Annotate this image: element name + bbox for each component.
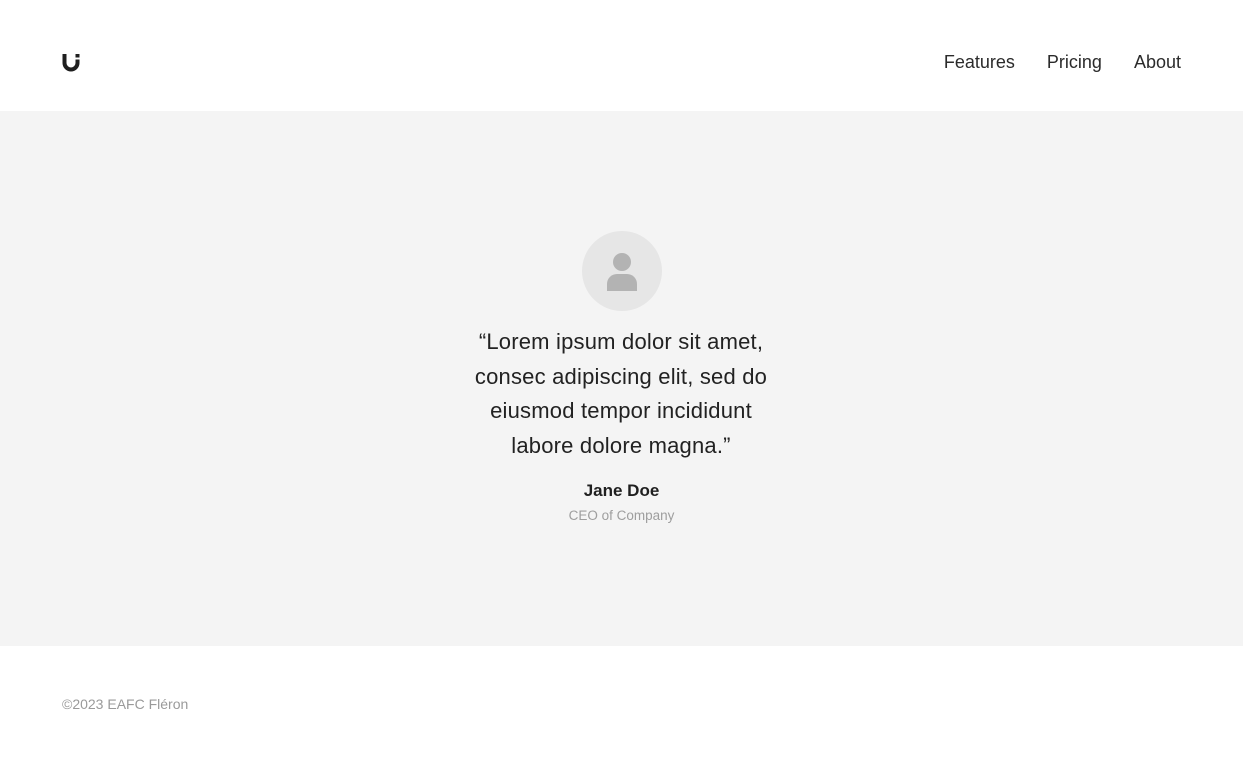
quote-line: “Lorem ipsum dolor sit amet,: [478, 329, 764, 354]
testimonial-author-name: Jane Doe: [583, 481, 660, 500]
quote-line: labore dolore magna.”: [511, 432, 731, 458]
quote-line: consec adipiscing elit, sed do: [474, 363, 768, 389]
avatar: [582, 231, 662, 311]
magnet-u-icon: [62, 54, 80, 72]
testimonial-section: “Lorem ipsum dolor sit amet, consec adip…: [0, 111, 1243, 646]
nav-link-features[interactable]: Features: [944, 50, 1015, 74]
person-icon: [607, 253, 637, 291]
quote-line: eiusmod tempor incididunt: [490, 398, 752, 423]
copyright-text: ©2023 EAFC Fléron: [62, 696, 189, 712]
nav-link-pricing[interactable]: Pricing: [1047, 50, 1102, 74]
nav-link-about[interactable]: About: [1134, 50, 1181, 74]
testimonial-quote: “Lorem ipsum dolor sit amet, consec adip…: [421, 325, 821, 463]
site-header: Features Pricing About: [0, 0, 1243, 111]
testimonial-author-role: CEO of Company: [568, 508, 675, 523]
site-footer: ©2023 EAFC Fléron: [0, 646, 1243, 772]
main-nav: Features Pricing About: [944, 50, 1181, 74]
logo-link[interactable]: [61, 52, 81, 72]
